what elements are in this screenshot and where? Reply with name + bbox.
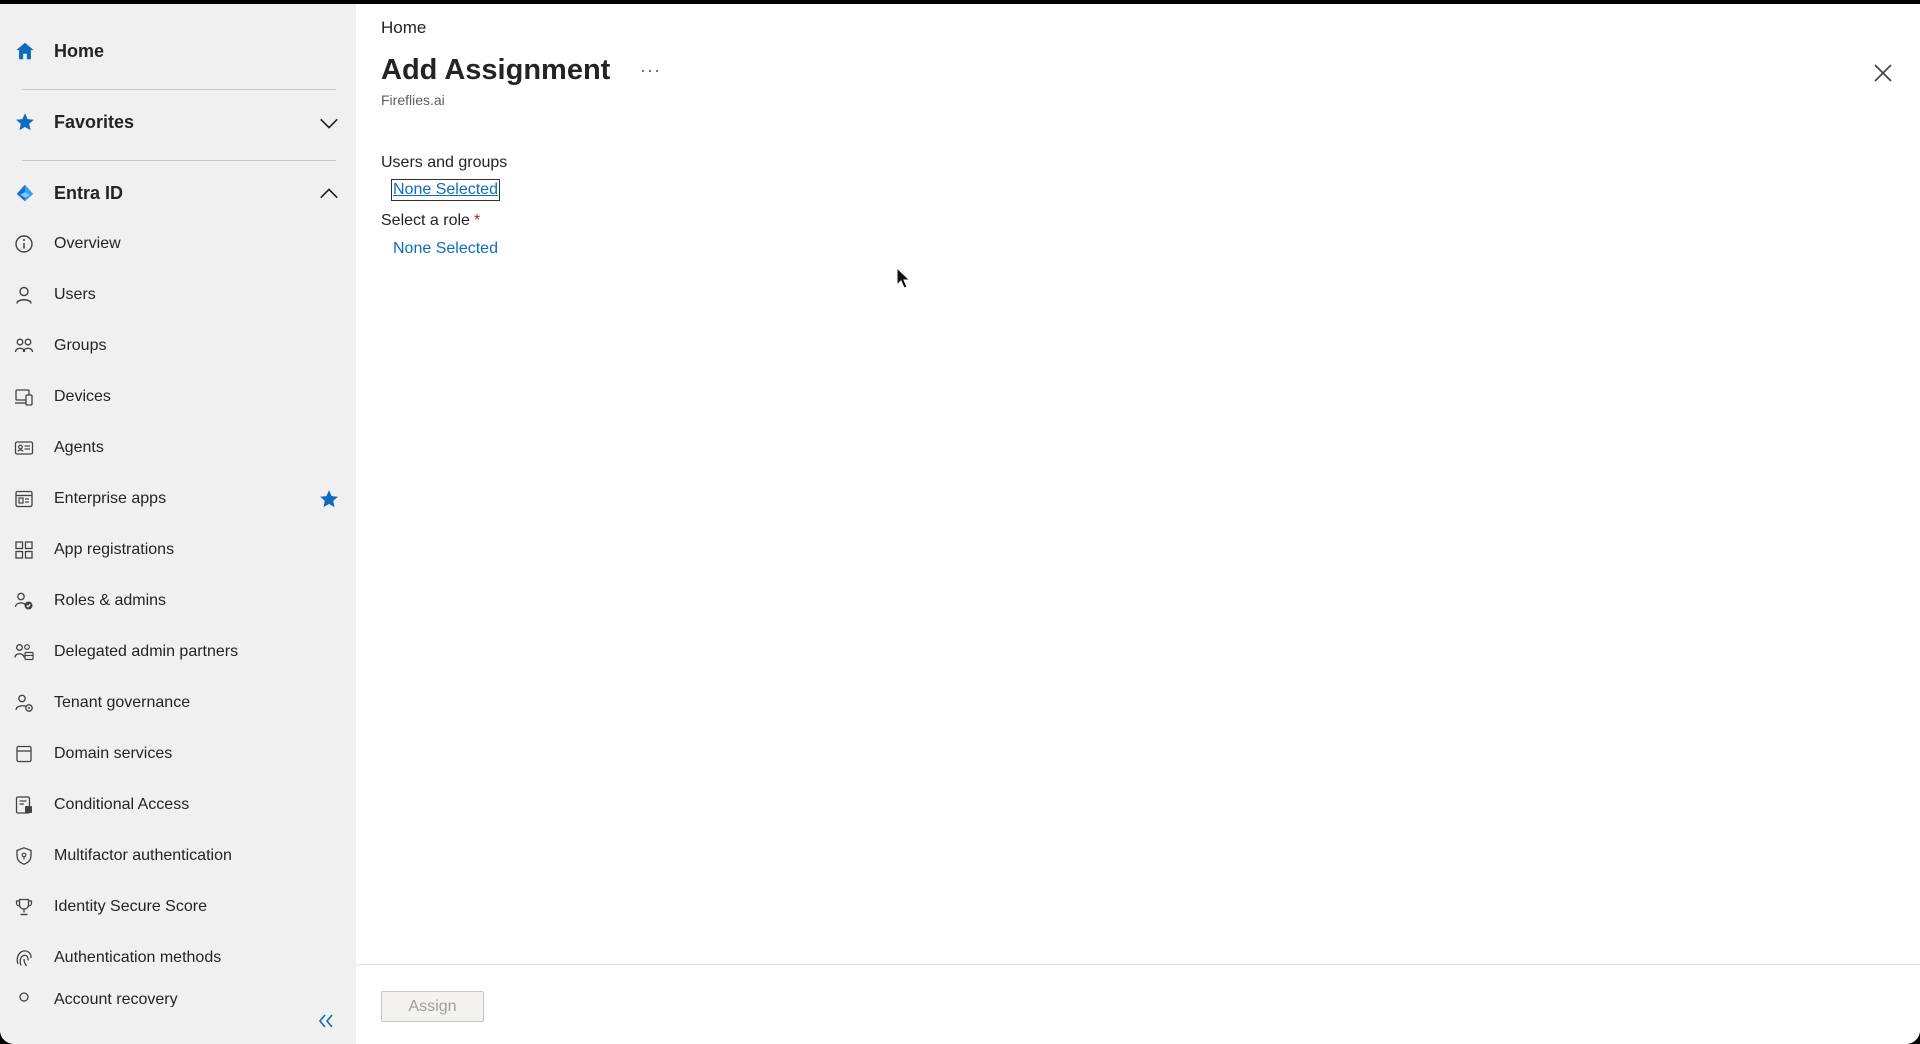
sidebar-item-label: Tenant governance <box>54 694 191 711</box>
sidebar-item-groups[interactable]: Groups <box>0 324 356 368</box>
sidebar-item-conditional-access[interactable]: Conditional Access <box>0 783 356 827</box>
sidebar-item-label: Devices <box>54 388 111 405</box>
sidebar-item-label: Domain services <box>54 745 173 762</box>
sidebar-item-multifactor-authentication[interactable]: Multifactor authentication <box>0 834 356 878</box>
user-icon <box>16 286 32 304</box>
sidebar-item-label: Agents <box>54 439 104 456</box>
more-options-button[interactable]: ··· <box>640 60 661 81</box>
devices-icon <box>15 389 33 406</box>
sidebar-item-identity-secure-score[interactable]: Identity Secure Score <box>0 885 356 929</box>
sidebar-item-label: App registrations <box>54 541 175 558</box>
select-role-label-text: Select a role <box>381 212 470 229</box>
sidebar-item-delegated-admin-partners[interactable]: Delegated admin partners <box>0 630 356 674</box>
sidebar-item-label: Authentication methods <box>54 949 222 966</box>
sidebar-item-label: Conditional Access <box>54 796 190 813</box>
sidebar-item-users[interactable]: Users <box>0 273 356 317</box>
sidebar-entra-id[interactable]: Entra ID <box>0 171 356 215</box>
governance-icon <box>15 694 33 712</box>
sidebar-item-label: Users <box>54 286 96 303</box>
shield-icon <box>16 847 32 865</box>
home-icon <box>16 42 34 60</box>
sidebar-home[interactable]: Home <box>0 29 356 73</box>
roles-icon <box>14 592 33 610</box>
partners-icon <box>14 644 34 661</box>
app-window: Home Favorites Entra ID Overview Users G… <box>0 4 1920 1044</box>
groups-icon <box>14 338 34 353</box>
mouse-cursor-icon <box>896 267 911 289</box>
required-indicator: * <box>473 212 481 229</box>
sidebar-item-account-recovery[interactable]: Account recovery <box>0 987 356 1007</box>
app-grid-icon <box>15 541 33 559</box>
sidebar-item-label: Identity Secure Score <box>54 898 207 915</box>
sidebar-favorites-label: Favorites <box>54 111 135 132</box>
sidebar-item-authentication-methods[interactable]: Authentication methods <box>0 936 356 980</box>
sidebar-item-label: Overview <box>54 235 121 252</box>
select-role-label: Select a role * <box>381 212 480 230</box>
fingerprint-icon <box>16 950 32 967</box>
sidebar-item-overview[interactable]: Overview <box>0 222 356 266</box>
sidebar-item-agents[interactable]: Agents <box>0 426 356 470</box>
sidebar-item-label: Multifactor authentication <box>54 847 232 864</box>
chevron-down-icon[interactable] <box>318 112 340 134</box>
sidebar-favorites[interactable]: Favorites <box>0 100 356 144</box>
entra-id-icon <box>16 184 34 202</box>
trophy-icon <box>15 898 33 916</box>
sidebar-item-label: Delegated admin partners <box>54 643 239 660</box>
sidebar-divider <box>22 160 336 161</box>
main-panel: Home Add Assignment ··· Fireflies.ai Use… <box>356 4 1920 1044</box>
users-groups-label: Users and groups <box>381 154 508 171</box>
conditional-access-icon <box>15 796 32 814</box>
close-icon[interactable] <box>1872 62 1894 84</box>
star-icon <box>16 113 34 131</box>
sidebar: Home Favorites Entra ID Overview Users G… <box>0 4 356 1044</box>
sidebar-item-label: Enterprise apps <box>54 490 167 507</box>
recovery-icon <box>19 992 29 1002</box>
page-title: Add Assignment <box>381 54 611 86</box>
favorite-star-icon[interactable] <box>318 488 340 510</box>
page-subtitle: Fireflies.ai <box>381 92 445 108</box>
sidebar-item-enterprise-apps[interactable]: Enterprise apps <box>0 477 356 521</box>
sidebar-home-label: Home <box>54 40 105 61</box>
assign-button[interactable]: Assign <box>381 991 484 1022</box>
sidebar-item-app-registrations[interactable]: App registrations <box>0 528 356 572</box>
role-selector[interactable]: None Selected <box>392 239 499 259</box>
chevron-up-icon[interactable] <box>318 183 340 205</box>
enterprise-apps-icon <box>15 490 33 508</box>
sidebar-item-label: Account recovery <box>54 991 178 1007</box>
sidebar-divider <box>22 89 336 90</box>
sidebar-entra-id-label: Entra ID <box>54 182 124 203</box>
sidebar-item-domain-services[interactable]: Domain services <box>0 732 356 776</box>
sidebar-item-roles-admins[interactable]: Roles & admins <box>0 579 356 623</box>
collapse-sidebar-icon[interactable] <box>312 1010 340 1032</box>
info-icon <box>15 235 33 253</box>
sidebar-item-label: Roles & admins <box>54 592 167 609</box>
agent-card-icon <box>14 441 34 455</box>
sidebar-item-tenant-governance[interactable]: Tenant governance <box>0 681 356 725</box>
users-groups-selector[interactable]: None Selected <box>391 179 500 201</box>
sidebar-item-devices[interactable]: Devices <box>0 375 356 419</box>
domain-icon <box>16 745 32 763</box>
breadcrumb[interactable]: Home <box>381 18 426 38</box>
footer-bar: Assign <box>356 964 1920 1044</box>
sidebar-item-label: Groups <box>54 337 107 354</box>
